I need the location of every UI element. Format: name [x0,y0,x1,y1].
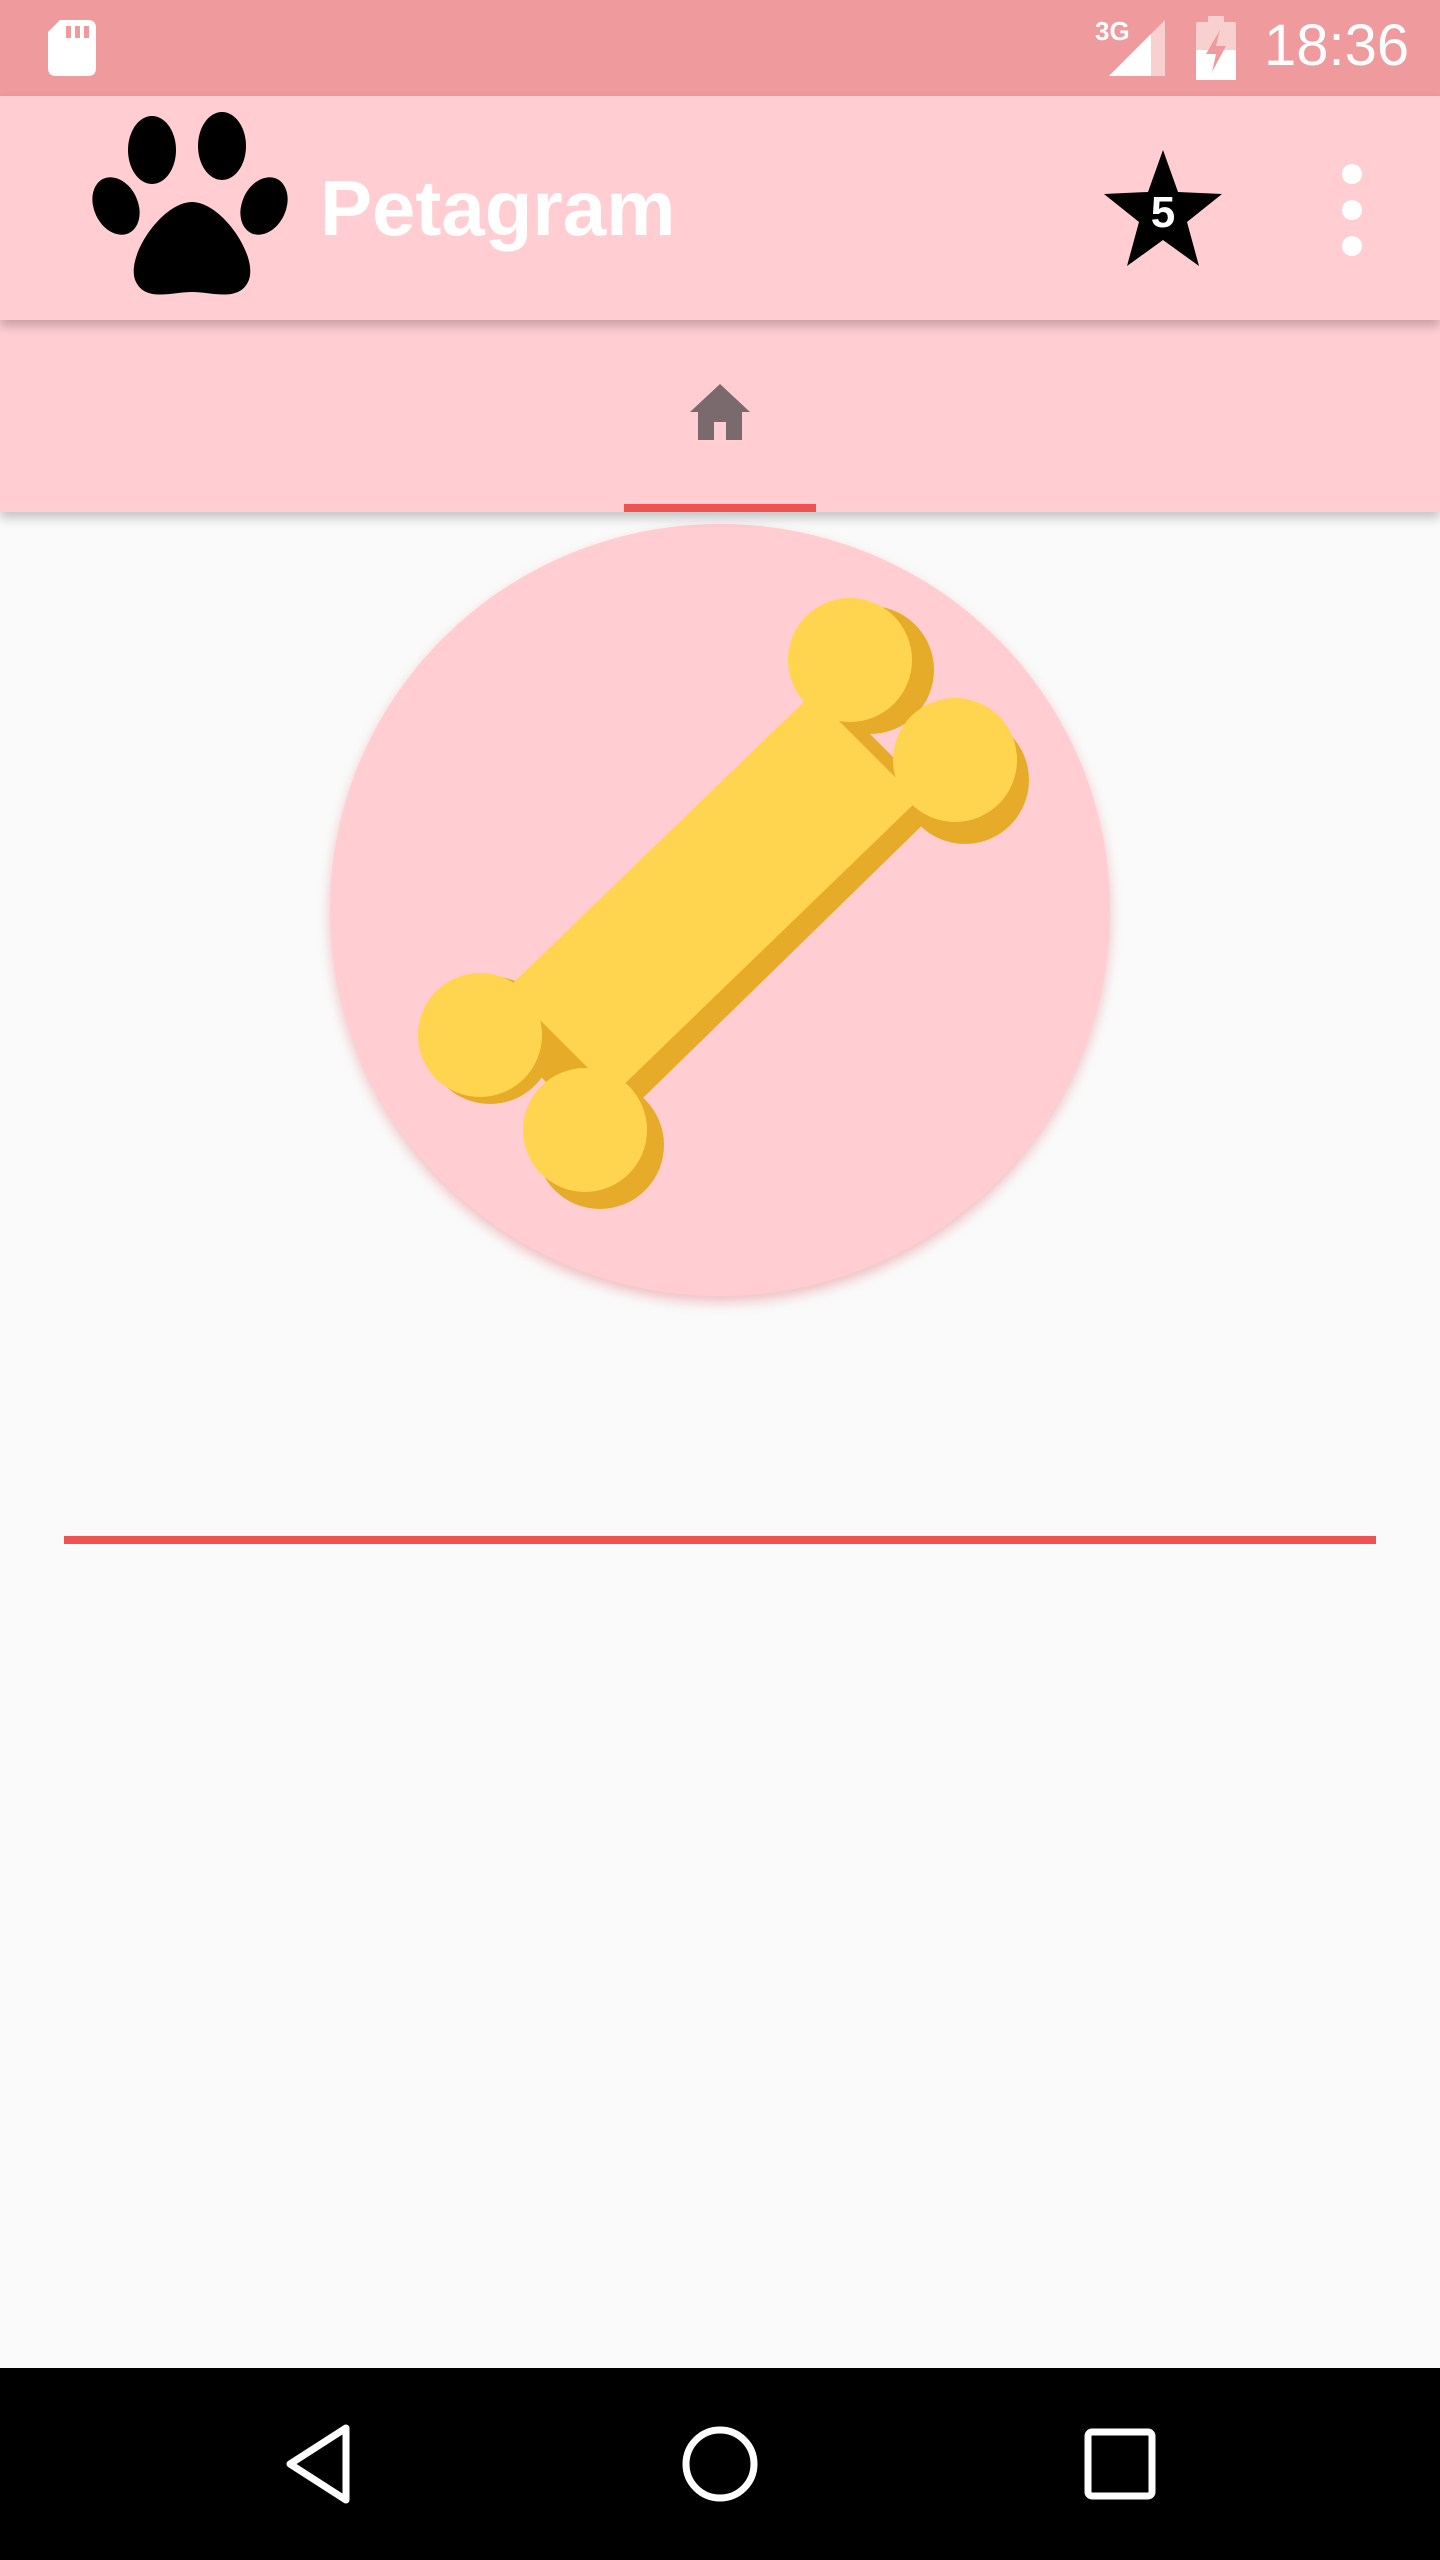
navigation-bar [0,2368,1440,2560]
app-bar: Petagram 5 [0,96,1440,320]
profile-image [330,524,1110,1296]
battery-charging-icon [1196,16,1236,80]
favorites-count: 5 [1150,188,1176,237]
sd-card-icon [48,20,96,76]
tab-indicator [624,504,816,512]
back-icon[interactable] [272,2416,368,2512]
divider-line [64,1536,1376,1544]
clock: 18:36 [1264,13,1410,78]
app-title: Petagram [320,164,676,252]
bone-icon [418,598,1029,1209]
home-icon [690,384,750,440]
tab-home[interactable] [624,320,816,512]
favorites-button[interactable]: 5 [1100,150,1226,270]
status-bar: 3G 18:36 [0,0,1440,96]
signal-icon [1109,20,1165,76]
recents-icon[interactable] [1072,2416,1168,2512]
home-circle-icon[interactable] [672,2416,768,2512]
more-vert-icon[interactable] [1318,162,1386,258]
paw-icon [92,112,288,295]
tab-bar [0,320,1440,512]
